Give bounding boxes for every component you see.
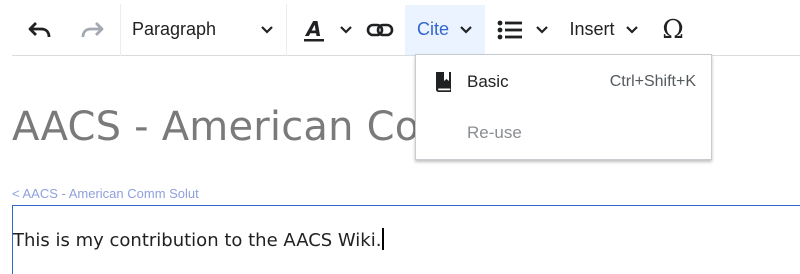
cite-menu-item-reuse[interactable]: Re-use (416, 108, 711, 158)
text-cursor (382, 228, 385, 250)
keyboard-shortcut: Ctrl+Shift+K (609, 73, 696, 90)
text-style-dropdown[interactable]: A (287, 7, 355, 53)
redo-button[interactable] (66, 7, 120, 53)
special-character-button[interactable]: Ω (648, 7, 698, 53)
list-dropdown-button[interactable] (485, 7, 560, 53)
svg-text:A: A (304, 18, 321, 41)
cite-menu-item-label: Basic (467, 72, 509, 91)
chevron-down-icon (260, 25, 274, 35)
chevron-down-icon (459, 25, 473, 35)
undo-icon (27, 20, 51, 40)
book-icon (433, 70, 455, 94)
link-icon (366, 22, 394, 38)
editing-surface[interactable]: This is my contribution to the AACS Wiki… (12, 205, 800, 274)
cite-menu-item-basic[interactable]: Basic Ctrl+Shift+K (416, 57, 711, 107)
text-style-icon: A (303, 18, 325, 42)
omega-icon: Ω (662, 14, 684, 45)
insert-dropdown-button[interactable]: Insert (560, 7, 648, 53)
editor-paragraph[interactable]: This is my contribution to the AACS Wiki… (13, 228, 385, 251)
redo-icon (81, 20, 105, 40)
insert-label: Insert (569, 19, 615, 39)
link-button[interactable] (355, 7, 405, 53)
cite-menu-item-label: Re-use (467, 123, 522, 142)
parent-page-link[interactable]: < AACS - American Comm Solut (12, 186, 199, 201)
paragraph-label: Paragraph (132, 19, 217, 39)
chevron-down-icon (339, 25, 353, 35)
paragraph-format-dropdown[interactable]: Paragraph (121, 7, 286, 53)
cite-dropdown-menu: Basic Ctrl+Shift+K Re-use (415, 54, 712, 160)
chevron-down-icon (535, 25, 549, 35)
undo-button[interactable] (12, 7, 66, 53)
cite-dropdown-button[interactable]: Cite (405, 4, 485, 55)
cite-label: Cite (416, 19, 449, 39)
editor-text: This is my contribution to the AACS Wiki… (13, 230, 382, 251)
chevron-down-icon (625, 25, 639, 35)
editor-toolbar: Paragraph A Cite Insert Ω (12, 3, 800, 56)
bullet-list-icon (497, 19, 523, 41)
